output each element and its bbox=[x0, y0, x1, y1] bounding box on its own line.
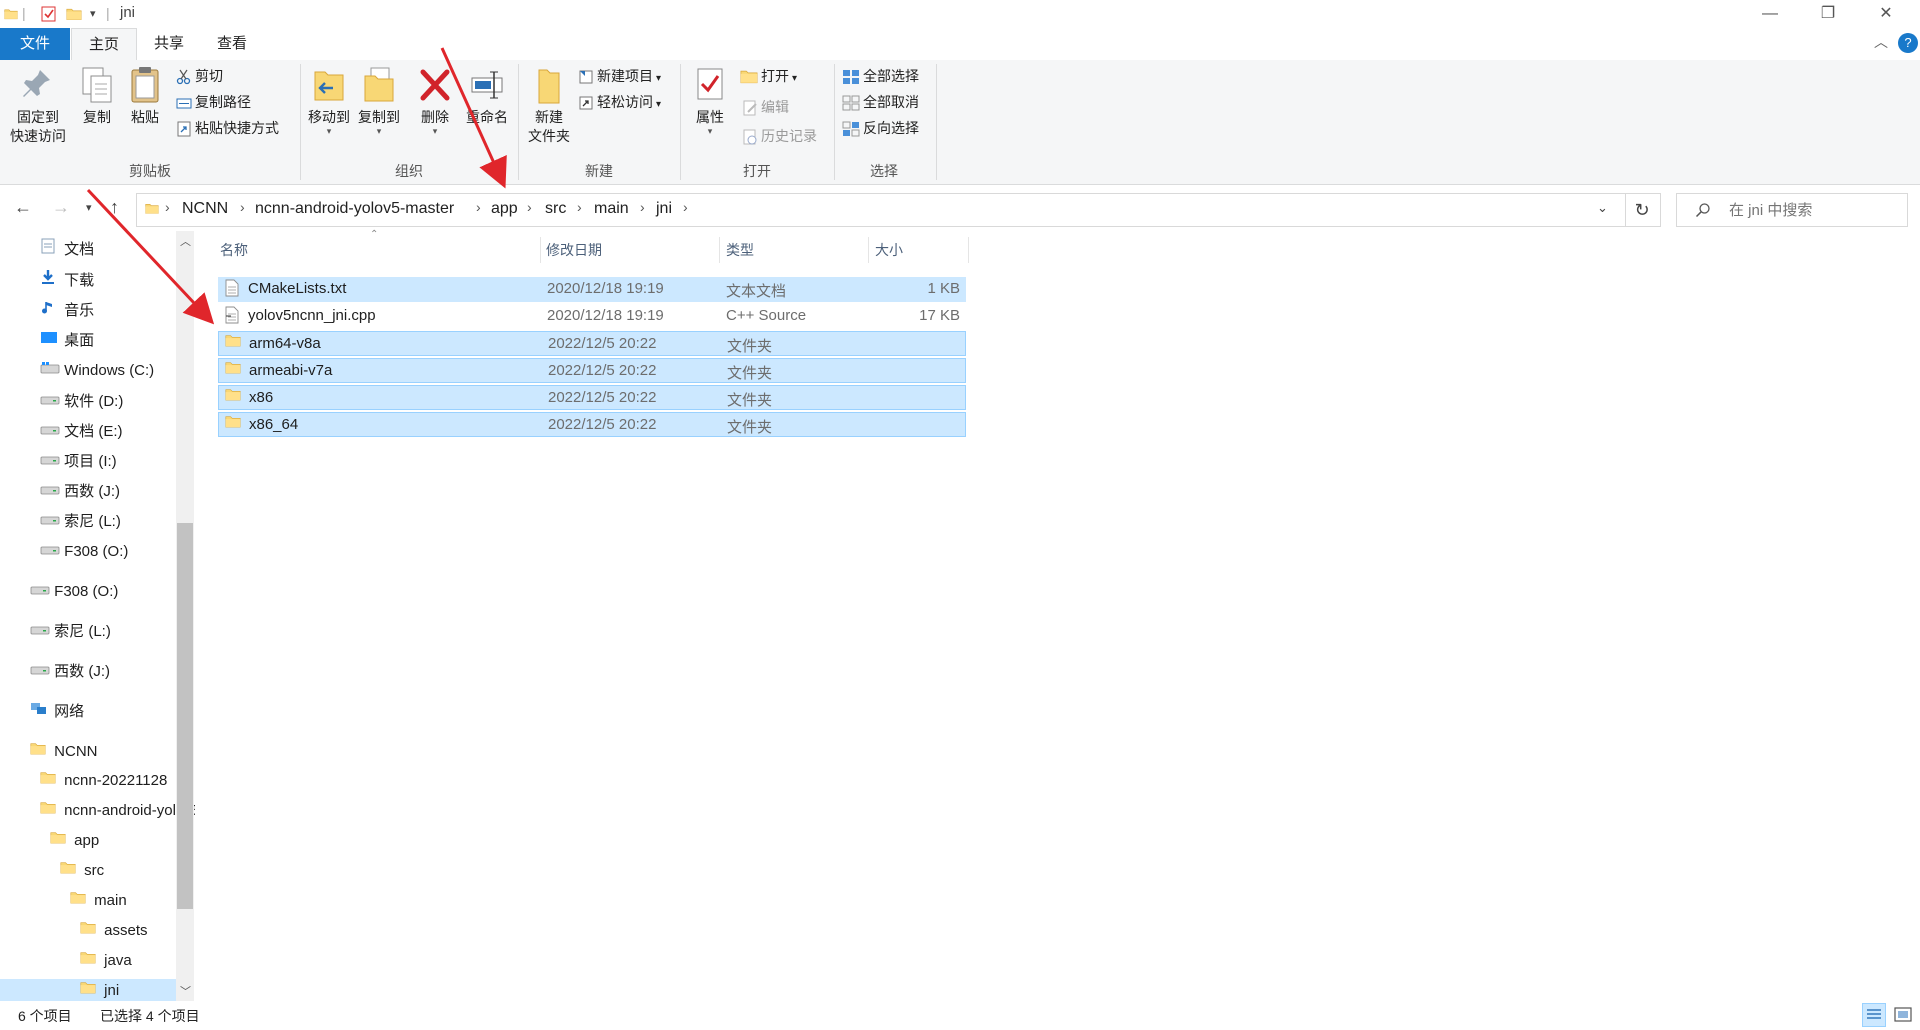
annotation-overlay bbox=[86, 47, 507, 325]
details-view-icon bbox=[1867, 1009, 1881, 1019]
item-count: 6 个项目 bbox=[18, 1008, 72, 1024]
status-bar: 6 个项目 已选择 4 个项目 bbox=[0, 1001, 1920, 1030]
annotation-arrow bbox=[440, 47, 507, 189]
large-icons-view-button[interactable] bbox=[1892, 1004, 1914, 1026]
annotation-arrow bbox=[86, 188, 215, 325]
large-icons-view-icon bbox=[1894, 1007, 1912, 1022]
selected-count: 已选择 4 个项目 bbox=[100, 1008, 200, 1024]
details-view-button[interactable] bbox=[1862, 1003, 1886, 1027]
